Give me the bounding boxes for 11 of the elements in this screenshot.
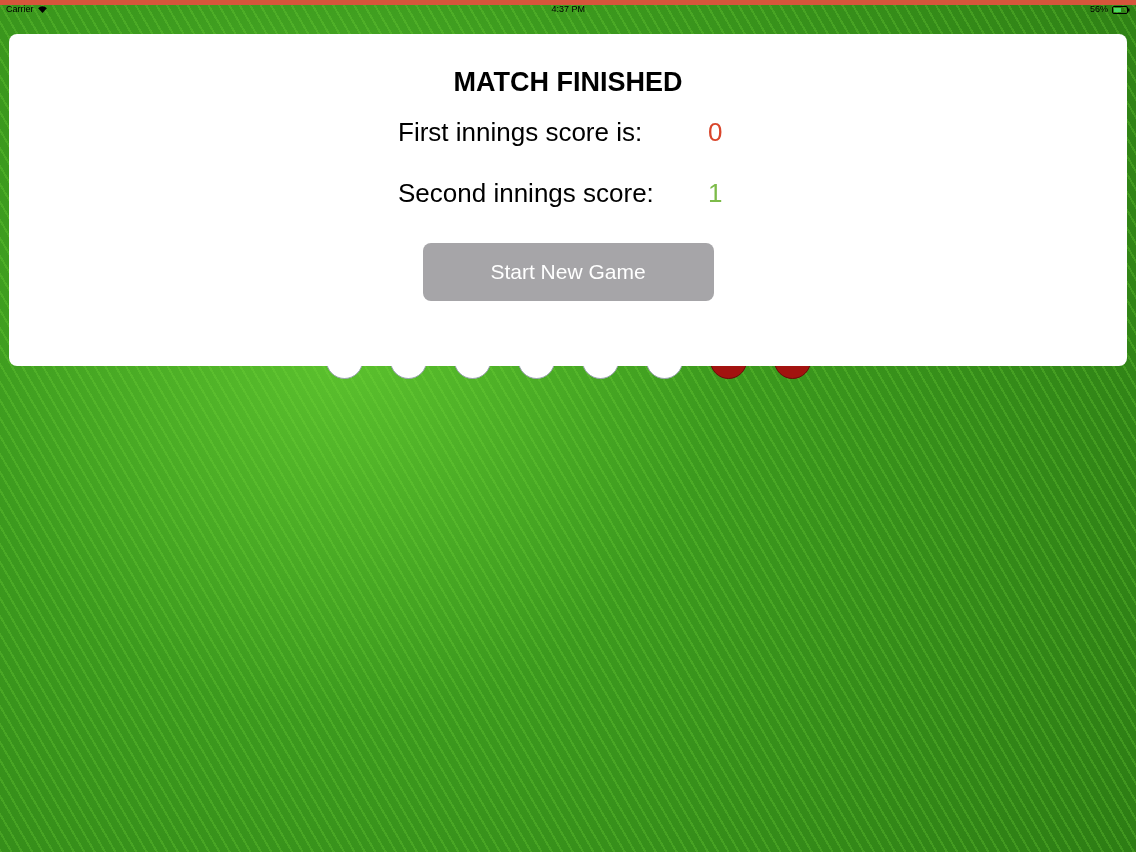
battery-icon [1112,5,1130,14]
score-label: Second innings score: [398,176,655,210]
score-value: 0 [708,115,723,149]
battery-percent: 56% [1090,5,1108,14]
score-label: First innings score is: [398,115,644,149]
dialog-title: MATCH FINISHED [453,66,683,99]
clock-time: 4:37 PM [551,5,585,14]
start-new-game-button[interactable]: Start New Game [422,242,714,301]
carrier-label: Carrier [6,5,34,14]
wifi-icon [37,6,47,13]
score-value: 1 [708,176,723,210]
